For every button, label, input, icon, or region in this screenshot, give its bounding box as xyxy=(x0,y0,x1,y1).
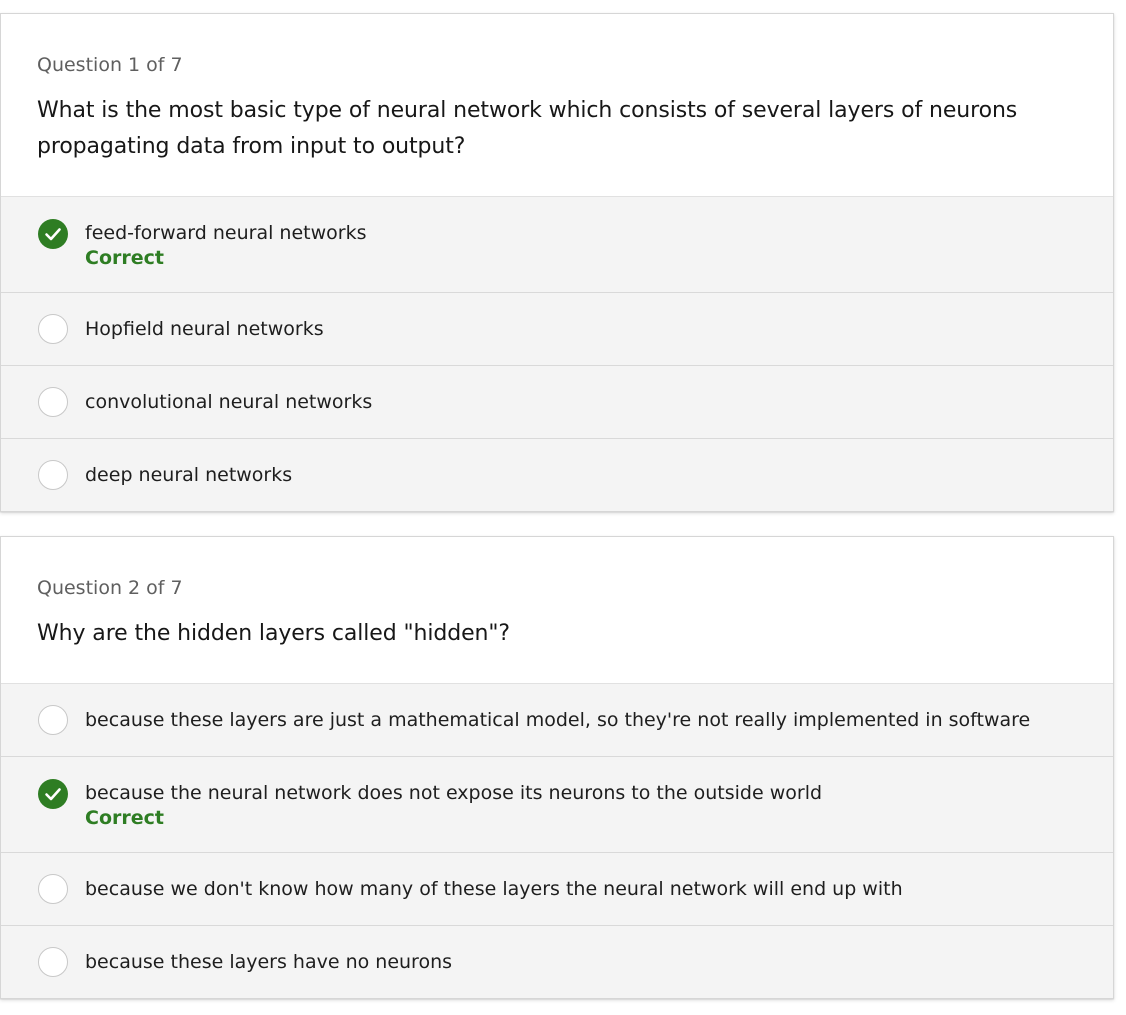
question-card-1: Question 1 of 7 What is the most basic t… xyxy=(0,13,1114,512)
option-1-1[interactable]: feed-forward neural networks Correct xyxy=(1,197,1113,293)
question-count: Question 2 of 7 xyxy=(37,577,183,599)
option-label: Hopfield neural networks xyxy=(85,318,324,340)
question-card-2: Question 2 of 7 Why are the hidden layer… xyxy=(0,536,1114,999)
options-list: because these layers are just a mathemat… xyxy=(1,684,1113,998)
correct-feedback: Correct xyxy=(85,807,164,829)
option-label: because these layers have no neurons xyxy=(85,951,453,973)
option-1-4[interactable]: deep neural networks xyxy=(1,439,1113,511)
question-header: Question 1 of 7 What is the most basic t… xyxy=(1,14,1113,197)
question-text: What is the most basic type of neural ne… xyxy=(37,98,1018,159)
option-label: deep neural networks xyxy=(85,464,293,486)
option-label: because these layers are just a mathemat… xyxy=(85,709,1031,731)
option-2-4[interactable]: because these layers have no neurons xyxy=(1,926,1113,998)
correct-feedback: Correct xyxy=(85,247,164,269)
radio-empty-icon[interactable] xyxy=(38,947,68,977)
radio-empty-icon[interactable] xyxy=(38,314,68,344)
question-text: Why are the hidden layers called "hidden… xyxy=(37,621,510,646)
radio-empty-icon[interactable] xyxy=(38,705,68,735)
option-2-1[interactable]: because these layers are just a mathemat… xyxy=(1,684,1113,757)
option-1-3[interactable]: convolutional neural networks xyxy=(1,366,1113,439)
option-label: because the neural network does not expo… xyxy=(85,782,823,804)
option-2-3[interactable]: because we don't know how many of these … xyxy=(1,853,1113,926)
options-list: feed-forward neural networks Correct Hop… xyxy=(1,197,1113,511)
option-label: convolutional neural networks xyxy=(85,391,373,413)
question-header: Question 2 of 7 Why are the hidden layer… xyxy=(1,537,1113,684)
radio-empty-icon[interactable] xyxy=(38,460,68,490)
checkmark-icon[interactable] xyxy=(38,219,68,249)
option-label: because we don't know how many of these … xyxy=(85,878,903,900)
option-2-2[interactable]: because the neural network does not expo… xyxy=(1,757,1113,853)
question-count: Question 1 of 7 xyxy=(37,54,183,76)
option-label: feed-forward neural networks xyxy=(85,222,367,244)
option-1-2[interactable]: Hopfield neural networks xyxy=(1,293,1113,366)
checkmark-icon[interactable] xyxy=(38,779,68,809)
radio-empty-icon[interactable] xyxy=(38,874,68,904)
radio-empty-icon[interactable] xyxy=(38,387,68,417)
